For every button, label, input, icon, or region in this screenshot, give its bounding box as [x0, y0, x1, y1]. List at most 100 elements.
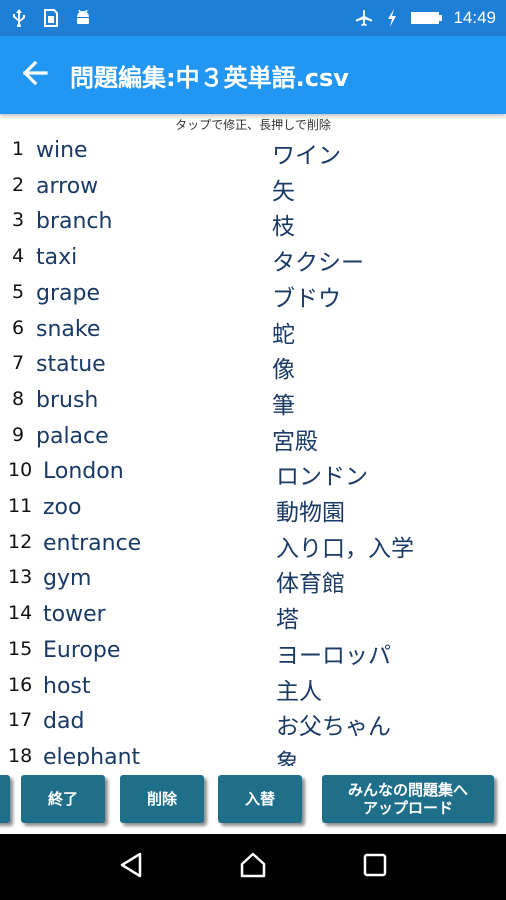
charging-icon — [383, 9, 401, 27]
list-item[interactable]: 10 London ロンドン — [0, 455, 506, 491]
list-item[interactable]: 1 wine ワイン — [0, 134, 506, 170]
list-item[interactable]: 13 gym 体育館 — [0, 562, 506, 598]
sim-icon — [42, 9, 60, 27]
english-word: dad — [43, 709, 85, 735]
item-number: 13 — [8, 566, 33, 589]
list-item[interactable]: 4 taxi タクシー — [0, 241, 506, 277]
list-item[interactable]: 11 zoo 動物園 — [0, 491, 506, 527]
item-number: 16 — [8, 673, 33, 696]
list-item[interactable]: 12 entrance 入り口，入学 — [0, 527, 506, 563]
english-word: zoo — [43, 495, 82, 520]
upload-label-line2: アップロード — [362, 799, 453, 817]
list-item[interactable]: 6 snake 蛇 — [0, 313, 506, 349]
instruction-hint: タップで修正、長押しで削除 — [175, 118, 331, 132]
back-button[interactable] — [0, 36, 70, 114]
page-title: 問題編集:中３英単語.csv — [70, 63, 349, 92]
end-button[interactable]: 終了 — [21, 775, 105, 823]
japanese-meaning: 矢 — [272, 178, 295, 205]
english-word: Europe — [43, 637, 121, 663]
home-circle-icon — [238, 850, 268, 884]
clock: 14:49 — [453, 8, 496, 27]
app-bar: 問題編集:中３英単語.csv — [0, 36, 506, 114]
english-word: host — [43, 673, 91, 699]
item-number: 9 — [12, 423, 25, 446]
japanese-meaning: 蛇 — [272, 321, 295, 348]
item-number: 2 — [12, 173, 25, 196]
list-item[interactable]: 14 tower 塔 — [0, 598, 506, 634]
android-icon — [74, 9, 92, 27]
japanese-meaning: お父ちゃん — [276, 714, 391, 741]
list-item[interactable]: 9 palace 宮殿 — [0, 420, 506, 456]
list-item[interactable]: 7 statue 像 — [0, 348, 506, 384]
english-word: wine — [36, 138, 88, 163]
japanese-meaning: ヨーロッパ — [276, 642, 391, 669]
item-number: 12 — [8, 530, 33, 553]
english-word: grape — [36, 280, 100, 306]
japanese-meaning: 体育館 — [276, 571, 345, 598]
recents-square-icon — [363, 853, 387, 881]
partial-left-button[interactable] — [0, 775, 10, 823]
list-item[interactable]: 5 grape ブドウ — [0, 277, 506, 313]
japanese-meaning: 枝 — [272, 214, 295, 241]
upload-button[interactable]: みんなの問題集へ アップロード — [322, 775, 494, 823]
item-number: 11 — [8, 495, 33, 517]
navigation-bar — [0, 834, 506, 900]
english-word: taxi — [36, 245, 78, 271]
item-number: 1 — [12, 138, 25, 160]
english-word: tower — [43, 602, 106, 628]
english-word: snake — [36, 316, 101, 342]
item-number: 3 — [12, 209, 25, 232]
back-triangle-icon — [119, 852, 143, 882]
list-item[interactable]: 3 branch 枝 — [0, 205, 506, 241]
japanese-meaning: 入り口，入学 — [276, 535, 414, 562]
nav-home-button[interactable] — [233, 847, 273, 887]
japanese-meaning: 象 — [276, 749, 299, 766]
english-word: branch — [36, 209, 113, 235]
item-number: 5 — [12, 280, 25, 303]
word-list[interactable]: 1 wine ワイン 2 arrow 矢 3 branch 枝 4 taxi タクシー 5 grape ブド… — [0, 134, 506, 766]
battery-icon — [411, 9, 443, 27]
list-item[interactable]: 16 host 主人 — [0, 670, 506, 706]
japanese-meaning: タクシー — [272, 250, 364, 277]
japanese-meaning: ブドウ — [272, 285, 341, 312]
english-word: brush — [36, 387, 99, 413]
arrow-left-icon — [22, 60, 48, 90]
english-word: elephant — [43, 744, 141, 766]
japanese-meaning: 筆 — [272, 392, 295, 419]
item-number: 7 — [12, 352, 25, 375]
swap-button[interactable]: 入替 — [218, 775, 302, 823]
english-word: London — [43, 459, 124, 485]
list-item[interactable]: 15 Europe ヨーロッパ — [0, 634, 506, 670]
airplane-icon — [355, 9, 373, 27]
japanese-meaning: 塔 — [276, 607, 299, 634]
japanese-meaning: ロンドン — [276, 464, 368, 491]
list-item[interactable]: 8 brush 筆 — [0, 384, 506, 420]
item-number: 4 — [12, 245, 25, 268]
item-number: 18 — [8, 744, 33, 766]
item-number: 6 — [12, 316, 25, 339]
upload-label-line1: みんなの問題集へ — [347, 781, 468, 799]
status-bar: 14:49 — [0, 0, 506, 36]
japanese-meaning: 主人 — [276, 678, 322, 705]
english-word: entrance — [43, 530, 142, 556]
nav-back-button[interactable] — [111, 847, 151, 887]
english-word: palace — [36, 423, 109, 449]
list-item[interactable]: 17 dad お父ちゃん — [0, 705, 506, 741]
item-number: 14 — [8, 602, 33, 625]
delete-button[interactable]: 削除 — [120, 775, 204, 823]
item-number: 8 — [12, 387, 25, 410]
japanese-meaning: 像 — [272, 357, 295, 384]
usb-icon — [10, 9, 28, 27]
japanese-meaning: ワイン — [272, 143, 341, 169]
japanese-meaning: 宮殿 — [272, 428, 318, 455]
english-word: arrow — [36, 173, 99, 199]
item-number: 15 — [8, 637, 33, 660]
bottom-toolbar: 終了 削除 入替 みんなの問題集へ アップロード — [0, 766, 506, 834]
list-item[interactable]: 2 arrow 矢 — [0, 170, 506, 206]
list-item[interactable]: 18 elephant 象 — [0, 741, 506, 766]
item-number: 17 — [8, 709, 33, 732]
nav-recents-button[interactable] — [355, 847, 395, 887]
english-word: statue — [36, 352, 106, 378]
english-word: gym — [43, 566, 92, 592]
japanese-meaning: 動物園 — [276, 500, 345, 526]
